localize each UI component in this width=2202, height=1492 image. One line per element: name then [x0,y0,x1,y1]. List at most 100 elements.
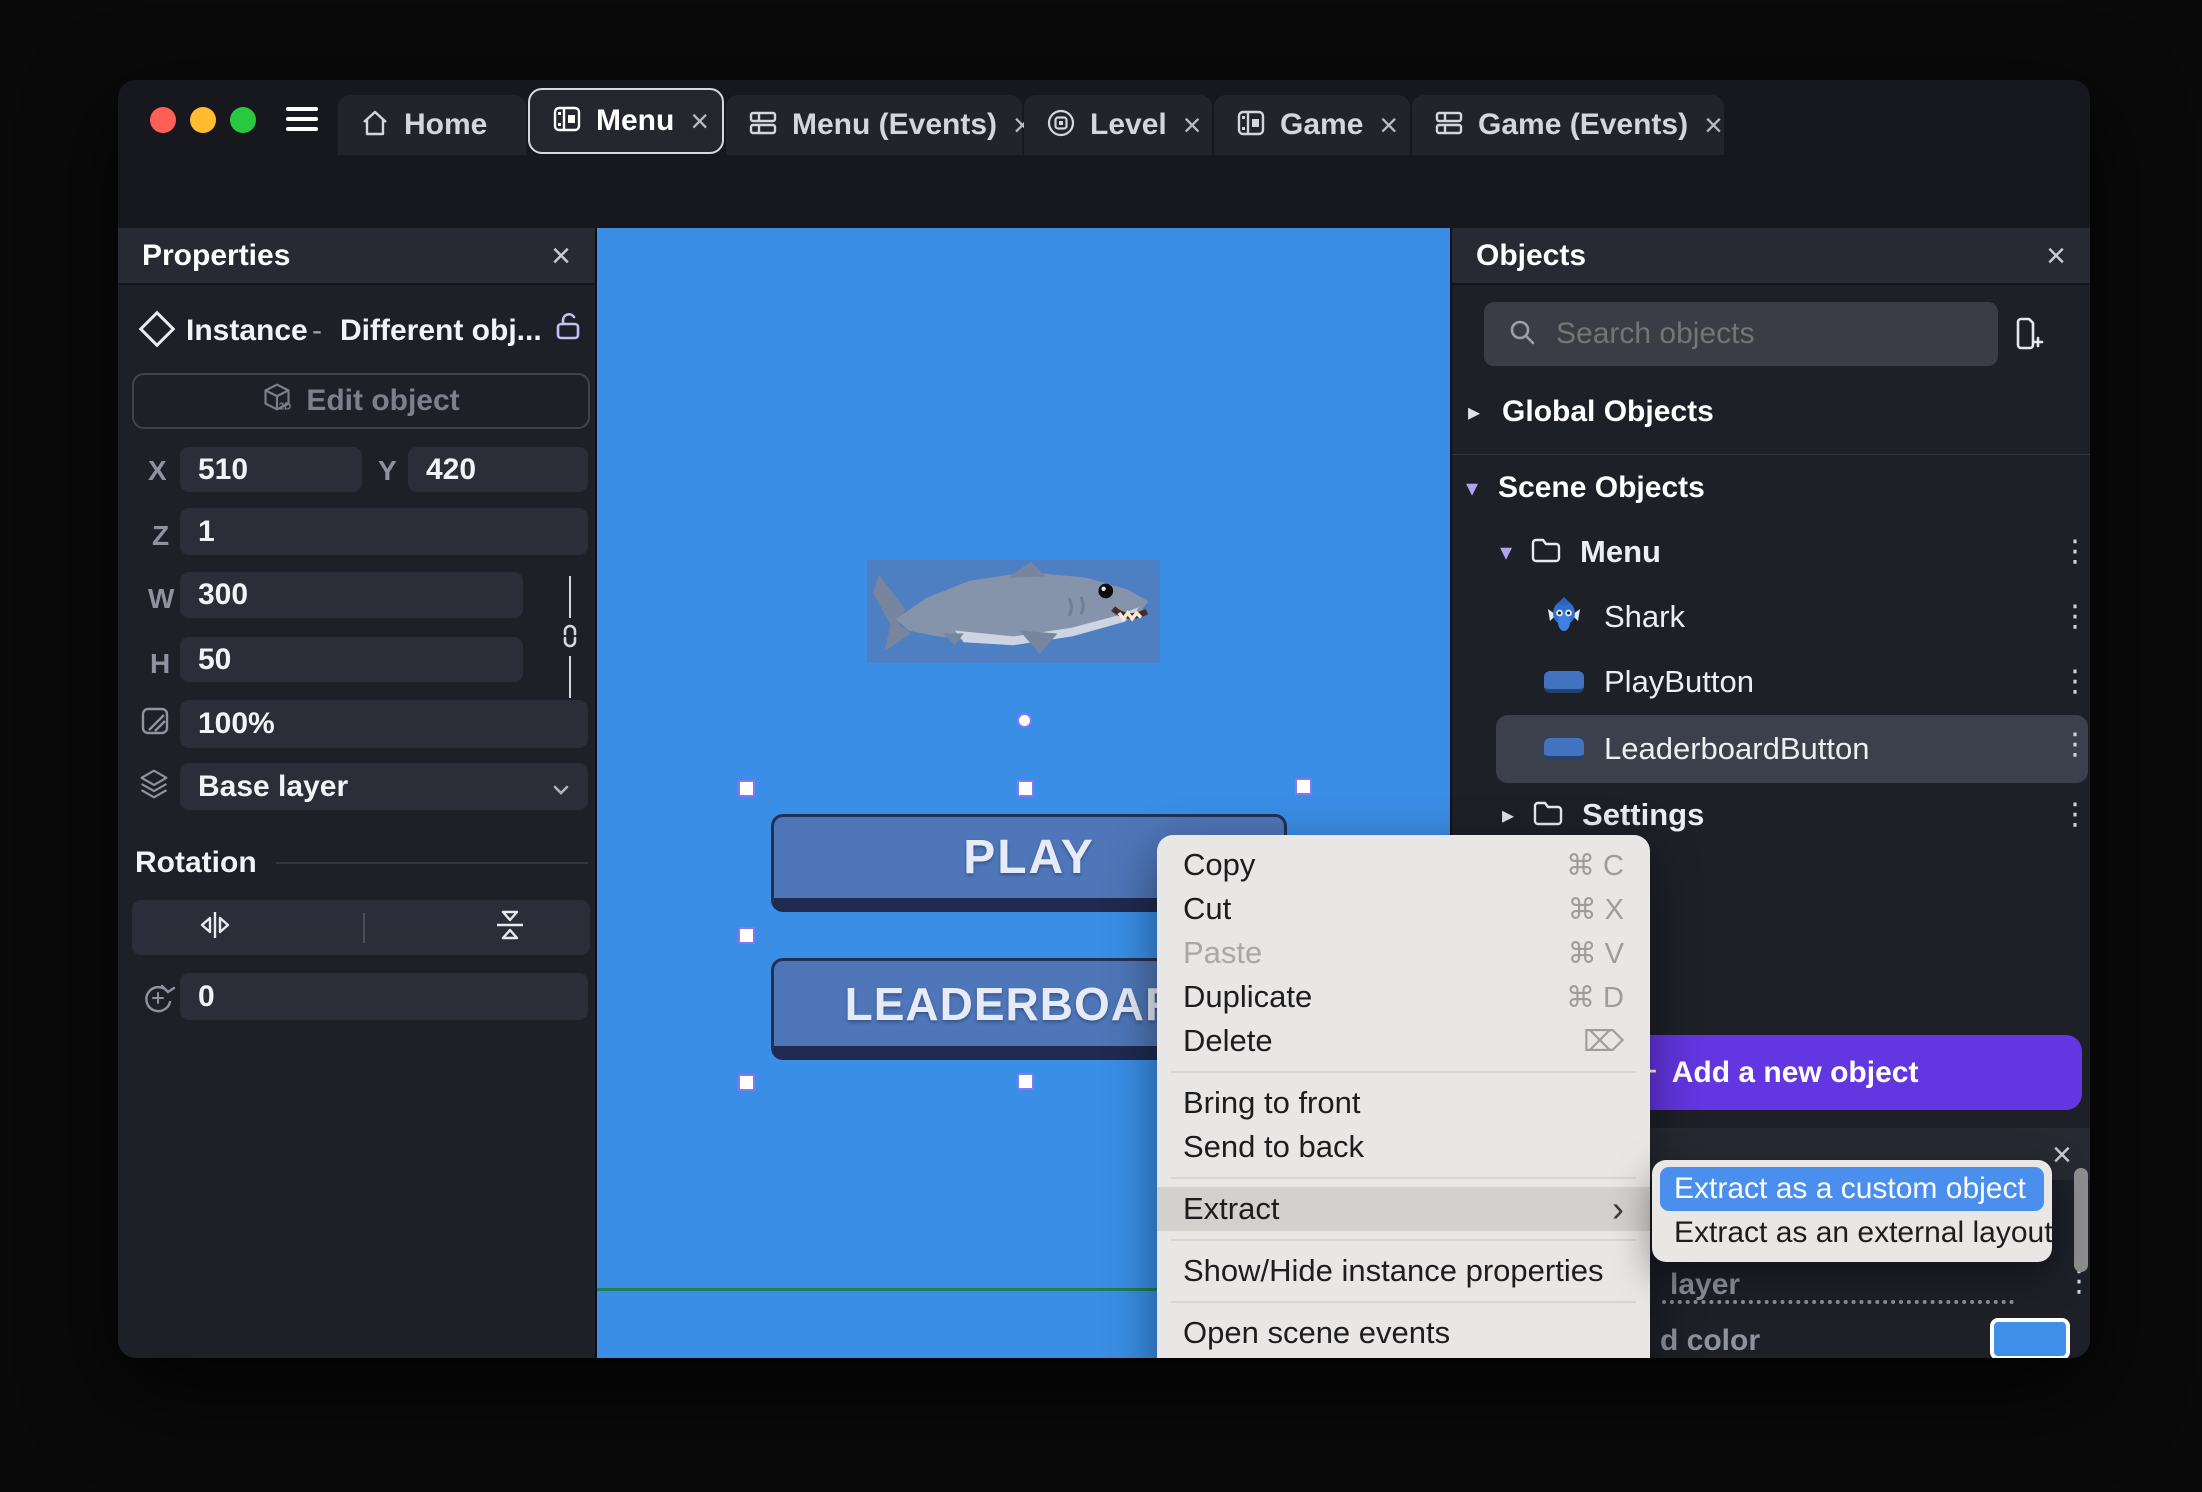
flip-controls [132,900,590,955]
y-field-label: Y [378,455,397,486]
chevron-right-icon: ▸ [1502,801,1515,829]
tab-close-icon[interactable]: × [690,105,709,137]
search-input[interactable] [1554,316,1938,352]
add-folder-icon[interactable] [2008,312,2048,357]
kebab-menu-icon[interactable]: ⋮ [2060,537,2090,566]
selection-handle-top-center[interactable] [1017,780,1034,797]
kebab-menu-icon[interactable]: ⋮ [2060,800,2090,829]
selection-handle-top-right[interactable] [1295,778,1312,795]
context-menu-item-extract[interactable]: Extract › [1157,1187,1650,1231]
delete-key-icon: ⌦ [1582,1025,1624,1058]
background-color-swatch[interactable] [1990,1318,2070,1358]
traffic-minimize-button[interactable] [190,107,216,133]
selection-handle-bottom-center[interactable] [1017,1073,1034,1090]
global-objects-section[interactable]: ▸ Global Objects [1452,390,2090,434]
close-icon[interactable]: × [2052,1136,2072,1175]
rotation-section-divider [276,862,588,864]
tree-row-shark[interactable]: Shark ⋮ [1452,589,2090,645]
selection-handle-bottom-left[interactable] [738,1074,755,1091]
instance-diamond-icon [138,310,176,348]
rotation-angle-field[interactable]: 0 [180,973,588,1020]
kebab-menu-icon[interactable]: ⋮ [2060,730,2090,759]
layer-row-label-fragment: layer [1670,1268,1741,1301]
context-menu-item-duplicate[interactable]: Duplicate ⌘ D [1157,975,1650,1019]
tree-row-playbutton[interactable]: PlayButton ⋮ [1452,654,2090,710]
traffic-close-button[interactable] [150,107,176,133]
h-field[interactable]: 50 [180,637,523,682]
lock-open-icon[interactable] [554,312,582,347]
context-menu-item-bring-to-front[interactable]: Bring to front [1157,1081,1650,1125]
context-menu-item-cut[interactable]: Cut ⌘ X [1157,887,1650,931]
selection-rotate-handle[interactable] [1017,713,1032,728]
shortcut-label: ⌘ X [1567,893,1624,926]
kebab-menu-icon[interactable]: ⋮ [2064,1267,2090,1296]
tree-row-menu-folder[interactable]: ▾ Menu ⋮ [1452,524,2090,580]
close-icon[interactable]: × [551,239,571,273]
shark-thumbnail-icon [1544,595,1584,640]
tab-home[interactable]: Home [338,95,526,155]
instance-object-name: Different obj... [340,314,542,347]
shortcut-label: ⌘ C [1566,849,1624,882]
tab-close-icon[interactable]: × [1379,109,1398,141]
layer-select[interactable]: Base layer [180,763,588,810]
submenu-item-extract-external-layout[interactable]: Extract as an external layout [1660,1211,2053,1255]
x-field[interactable]: 510 [180,447,362,492]
opacity-field[interactable]: 100% [180,700,588,748]
svg-text:2D: 2D [279,401,291,412]
tab-menu-events[interactable]: Menu (Events) × [726,95,1032,155]
selection-handle-mid-left[interactable] [738,927,755,944]
tree-row-leaderboardbutton-selected[interactable]: LeaderboardButton ⋮ [1496,715,2090,783]
scene-objects-section[interactable]: ▾ Scene Objects [1452,466,2090,510]
chevron-down-icon: ▾ [1466,474,1479,502]
edit-object-button[interactable]: 2D Edit object [132,373,590,429]
context-menu: Copy ⌘ C Cut ⌘ X Paste ⌘ V Duplicate ⌘ D Del… [1157,835,1650,1358]
search-objects-field[interactable] [1484,302,1998,366]
submenu-item-extract-custom-object[interactable]: Extract as a custom object [1660,1167,2044,1211]
tab-game-events[interactable]: Game (Events) × [1412,95,1724,155]
hamburger-menu-icon[interactable] [284,104,320,139]
kebab-menu-icon[interactable]: ⋮ [2060,602,2090,631]
context-menu-item-copy[interactable]: Copy ⌘ C [1157,843,1650,887]
sections-divider [1452,454,2090,455]
link-dimensions-icon[interactable] [556,622,584,655]
flip-horizontal-icon[interactable] [197,910,233,945]
context-menu-item-open-scene-properties[interactable]: Open scene properties [1157,1355,1650,1358]
tab-game[interactable]: Game × [1214,95,1410,155]
context-menu-item-delete[interactable]: Delete ⌦ [1157,1019,1650,1063]
selection-handle-top-left[interactable] [738,780,755,797]
tab-level[interactable]: Level × [1024,95,1212,155]
context-menu-item-show-hide-instance-properties[interactable]: Show/Hide instance properties [1157,1249,1650,1293]
z-field[interactable]: 1 [180,508,588,555]
y-field[interactable]: 420 [408,447,588,492]
tree-row-label: PlayButton [1604,664,1754,699]
tree-row-label: LeaderboardButton [1604,731,1870,766]
tab-menu[interactable]: Menu × [528,88,724,154]
kebab-menu-icon[interactable]: ⋮ [2060,667,2090,696]
shark-sprite[interactable] [867,560,1160,663]
link-bracket-top [569,576,571,618]
context-menu-item-open-scene-events[interactable]: Open scene events [1157,1311,1650,1355]
context-menu-divider [1171,1177,1636,1179]
search-icon [1508,318,1536,351]
app-window: Home Menu × Menu (Events) × Level × Game [118,80,2090,1358]
objects-panel-title: Objects [1476,238,1587,272]
add-new-object-label: Add a new object [1671,1055,1919,1089]
events-icon [748,108,778,143]
layer-icon [138,768,170,805]
tree-row-label: Settings [1582,797,1705,832]
cube-2d-icon: 2D [262,382,292,420]
close-icon[interactable]: × [2046,239,2066,273]
tab-label: Menu [596,104,675,137]
edit-object-label: Edit object [306,384,460,417]
instance-separator: - [312,314,322,347]
w-field[interactable]: 300 [180,572,523,618]
home-icon [360,108,390,143]
context-menu-item-send-to-back[interactable]: Send to back [1157,1125,1650,1169]
tab-close-icon[interactable]: × [1183,109,1202,141]
scrollbar-thumb[interactable] [2074,1168,2088,1272]
background-color-label-fragment: d color [1660,1324,1761,1357]
tab-close-icon[interactable]: × [1704,109,1723,141]
traffic-zoom-button[interactable] [230,107,256,133]
flip-vertical-icon[interactable] [495,908,525,947]
tab-label: Game [1280,108,1364,141]
